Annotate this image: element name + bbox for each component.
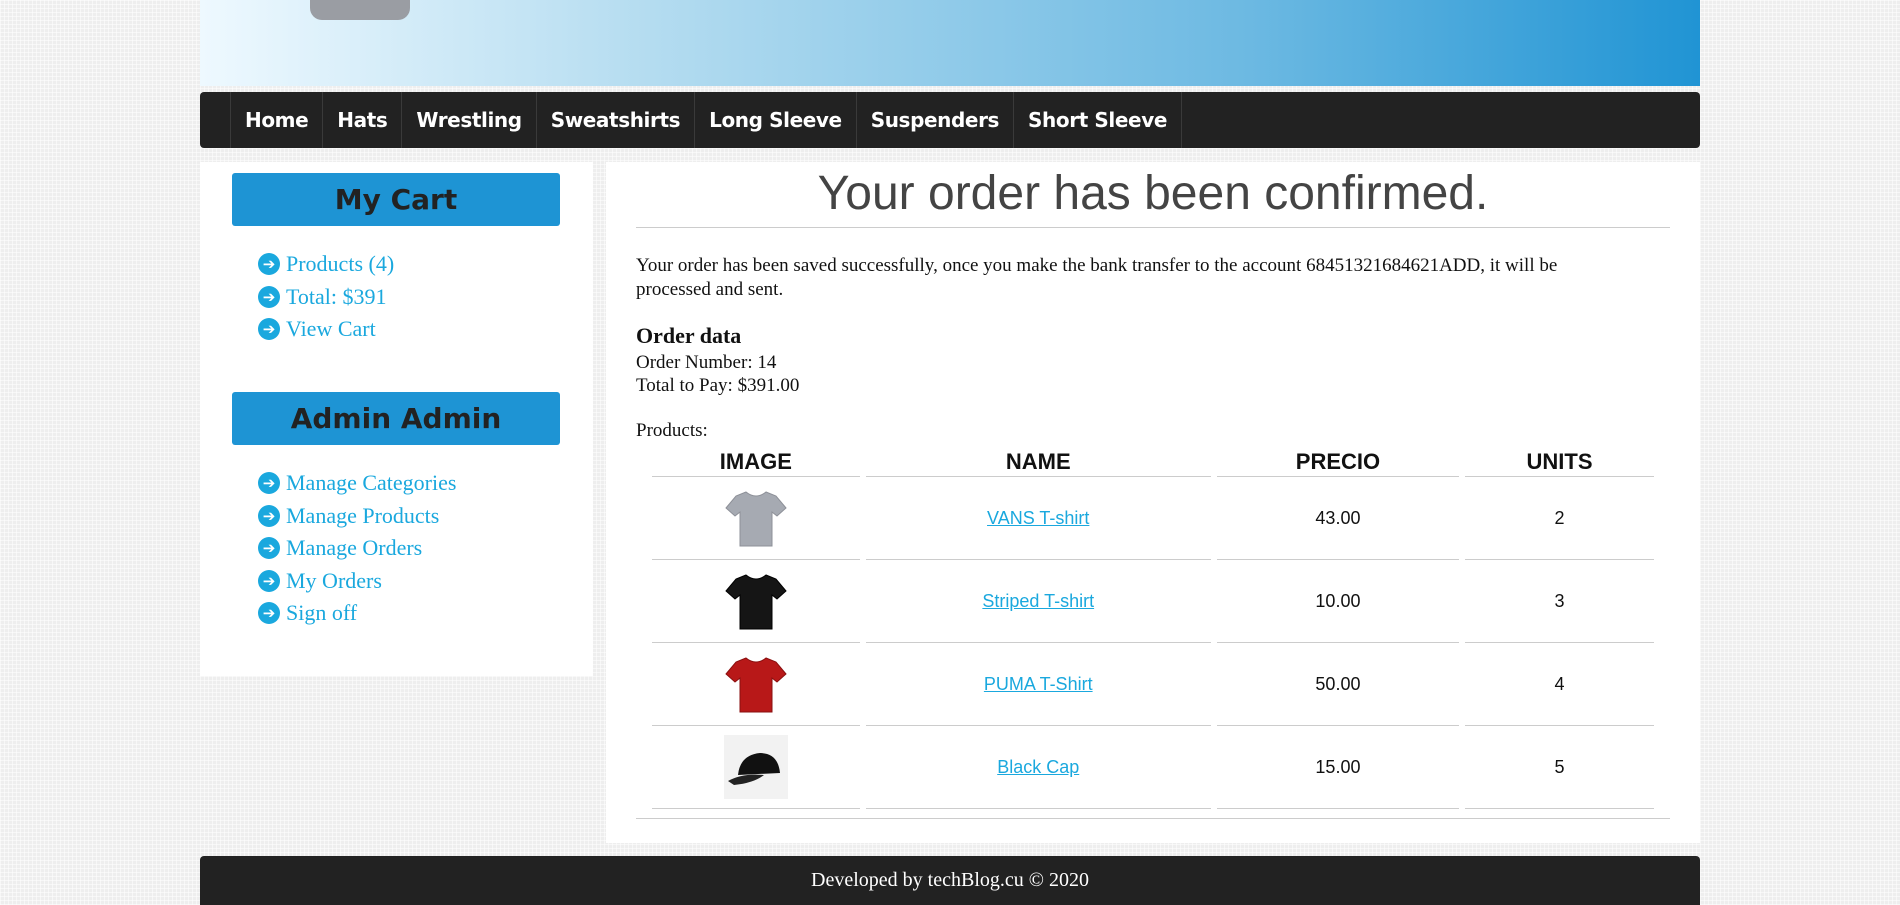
red-tshirt-icon	[725, 657, 787, 713]
arrow-right-circle-icon: ➔	[258, 602, 280, 625]
col-header-units: UNITS	[1465, 448, 1654, 477]
arrow-right-circle-icon: ➔	[258, 285, 280, 308]
table-row: Black Cap 15.00 5	[652, 726, 1654, 809]
order-number: Order Number: 14	[636, 352, 777, 373]
table-row: Striped T-shirt 10.00 3	[652, 560, 1654, 643]
black-tshirt-icon	[725, 574, 787, 630]
table-header-row: IMAGE NAME PRECIO UNITS	[652, 448, 1654, 477]
price-cell: 50.00	[1216, 643, 1460, 726]
cart-link-label: Total: $391	[286, 283, 387, 309]
col-header-image: IMAGE	[652, 448, 860, 477]
price-cell: 10.00	[1216, 560, 1460, 643]
order-total: Total to Pay: $391.00	[636, 375, 800, 396]
footer: Developed by techBlog.cu © 2020	[200, 856, 1700, 905]
cart-link-view-cart[interactable]: ➔ View Cart	[258, 313, 394, 346]
nav-item-hats[interactable]: Hats	[322, 92, 401, 148]
page-title: Your order has been confirmed.	[817, 167, 1489, 220]
admin-link-manage-categories[interactable]: ➔ Manage Categories	[258, 467, 456, 500]
admin-link-label: My Orders	[286, 567, 382, 593]
grey-tshirt-icon	[725, 491, 787, 547]
col-header-price: PRECIO	[1216, 448, 1460, 477]
admin-link-label: Manage Orders	[286, 535, 423, 561]
admin-link-sign-off[interactable]: ➔ Sign off	[258, 597, 456, 630]
order-items-table: IMAGE NAME PRECIO UNITS VANS T-shirt 43.…	[646, 448, 1660, 809]
admin-link-manage-orders[interactable]: ➔ Manage Orders	[258, 532, 456, 565]
image-cell	[652, 726, 860, 809]
image-cell	[652, 643, 860, 726]
title-divider	[636, 227, 1670, 228]
units-cell: 2	[1465, 477, 1654, 560]
order-data-heading: Order data	[636, 323, 742, 348]
table-bottom-rule	[636, 818, 1670, 819]
cart-title: My Cart	[232, 173, 560, 226]
product-link[interactable]: VANS T-shirt	[987, 508, 1089, 528]
cart-link-label: View Cart	[286, 316, 376, 342]
cart-link-products[interactable]: ➔ Products (4)	[258, 248, 394, 281]
product-link[interactable]: Black Cap	[997, 757, 1079, 777]
product-link[interactable]: PUMA T-Shirt	[984, 674, 1093, 694]
cart-link-label: Products (4)	[286, 251, 395, 277]
name-cell: VANS T-shirt	[865, 477, 1211, 560]
sidebar: My Cart ➔ Products (4) ➔ Total: $391 ➔ View…	[200, 162, 593, 676]
nav-item-wrestling[interactable]: Wrestling	[401, 92, 535, 148]
name-cell: Black Cap	[865, 726, 1211, 809]
arrow-right-circle-icon: ➔	[258, 537, 280, 560]
cart-link-total[interactable]: ➔ Total: $391	[258, 281, 394, 314]
arrow-right-circle-icon: ➔	[258, 318, 280, 341]
admin-title: Admin Admin	[232, 392, 560, 445]
admin-link-manage-products[interactable]: ➔ Manage Products	[258, 500, 456, 533]
product-link[interactable]: Striped T-shirt	[982, 591, 1094, 611]
nav-item-home[interactable]: Home	[230, 92, 322, 148]
units-cell: 5	[1465, 726, 1654, 809]
price-cell: 15.00	[1216, 726, 1460, 809]
units-cell: 3	[1465, 560, 1654, 643]
price-cell: 43.00	[1216, 477, 1460, 560]
name-cell: PUMA T-Shirt	[865, 643, 1211, 726]
main-nav: Home Hats Wrestling Sweatshirts Long Sle…	[200, 92, 1700, 148]
arrow-right-circle-icon: ➔	[258, 569, 280, 592]
black-cap-icon	[723, 735, 788, 799]
arrow-right-circle-icon: ➔	[258, 253, 280, 276]
admin-link-label: Manage Products	[286, 502, 440, 528]
banner-shirt-image	[310, 0, 410, 20]
nav-item-sweatshirts[interactable]: Sweatshirts	[535, 92, 694, 148]
image-cell	[652, 560, 860, 643]
main-content: Your order has been confirmed. Your orde…	[606, 162, 1700, 843]
arrow-right-circle-icon: ➔	[258, 504, 280, 527]
admin-links: ➔ Manage Categories ➔ Manage Products ➔ Man…	[258, 467, 456, 630]
nav-item-short-sleeve[interactable]: Short Sleeve	[1013, 92, 1183, 148]
products-label: Products:	[636, 420, 708, 441]
name-cell: Striped T-shirt	[865, 560, 1211, 643]
image-cell	[652, 477, 860, 560]
table-row: PUMA T-Shirt 50.00 4	[652, 643, 1654, 726]
units-cell: 4	[1465, 643, 1654, 726]
confirmation-message: Your order has been saved successfully, …	[636, 255, 1558, 300]
col-header-name: NAME	[865, 448, 1211, 477]
cart-links: ➔ Products (4) ➔ Total: $391 ➔ View Cart	[258, 248, 394, 346]
nav-item-long-sleeve[interactable]: Long Sleeve	[694, 92, 856, 148]
admin-link-my-orders[interactable]: ➔ My Orders	[258, 565, 456, 598]
table-row: VANS T-shirt 43.00 2	[652, 477, 1654, 560]
admin-link-label: Manage Categories	[286, 470, 457, 496]
nav-item-suspenders[interactable]: Suspenders	[855, 92, 1013, 148]
admin-link-label: Sign off	[286, 600, 358, 626]
arrow-right-circle-icon: ➔	[258, 472, 280, 495]
header-banner	[200, 0, 1700, 86]
